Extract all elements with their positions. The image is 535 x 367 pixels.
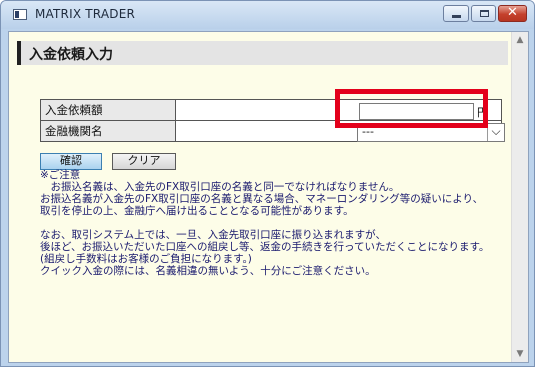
title-bar[interactable]: MATRIX TRADER ✕ (1, 1, 534, 29)
confirm-button[interactable]: 確認 (40, 153, 102, 170)
bank-label: 金融機関名 (40, 120, 176, 142)
client-area: 入金依頼入力 入金依頼額 円 金融機関名 --- ⌵ 確認 クリア ※ご注意 お… (8, 31, 529, 363)
notice-text: ※ご注意 お振込名義は、入金先のFX取引口座の名義と同一でなければなりません。 … (40, 169, 510, 277)
notice-line: 後ほど、お振込いただいた口座への組戻し等、返金の手続きを行っていただくことになり… (40, 241, 490, 253)
vertical-scrollbar[interactable]: ▲ ▼ (511, 32, 528, 362)
notice-line: なお、取引システム上では、一旦、入金先取引口座に振り込まれますが、 (40, 229, 386, 241)
close-button[interactable]: ✕ (498, 5, 527, 22)
app-icon (13, 9, 27, 20)
notice-line: 取引を停止の上、金融庁へ届け出ることとなる可能性があります。 (40, 205, 354, 217)
chevron-down-icon[interactable]: ⌵ (487, 124, 504, 141)
notice-heading: ※ご注意 (40, 169, 81, 181)
notice-line: (組戻し手数料はお客様のご負担になります。) (40, 253, 252, 265)
maximize-button[interactable] (471, 5, 496, 22)
minimize-button[interactable] (443, 5, 469, 22)
scroll-down-icon[interactable]: ▼ (512, 346, 528, 362)
page-title: 入金依頼入力 (29, 47, 113, 63)
notice-line: クイック入金の際には、名義相違の無いよう、十分にご注意ください。 (40, 265, 376, 277)
maximize-icon (480, 10, 489, 17)
minimize-icon (452, 15, 461, 18)
deposit-form-page: 入金依頼入力 入金依頼額 円 金融機関名 --- ⌵ 確認 クリア ※ご注意 お… (9, 32, 512, 362)
page-header: 入金依頼入力 (17, 41, 508, 65)
amount-highlight-box (335, 89, 488, 128)
amount-label: 入金依頼額 (40, 99, 176, 121)
window-title: MATRIX TRADER (35, 7, 136, 21)
scroll-up-icon[interactable]: ▲ (512, 32, 528, 48)
close-icon: ✕ (507, 5, 518, 20)
clear-button[interactable]: クリア (112, 153, 176, 170)
app-window: MATRIX TRADER ✕ 入金依頼入力 入金依頼額 円 金融機関名 ---… (0, 0, 535, 367)
notice-line: お振込名義は、入金先のFX取引口座の名義と同一でなければなりません。 (40, 181, 400, 193)
notice-line: お振込名義が入金先のFX取引口座の名義と異なる場合、マネーロンダリング等の疑いに… (40, 193, 484, 205)
